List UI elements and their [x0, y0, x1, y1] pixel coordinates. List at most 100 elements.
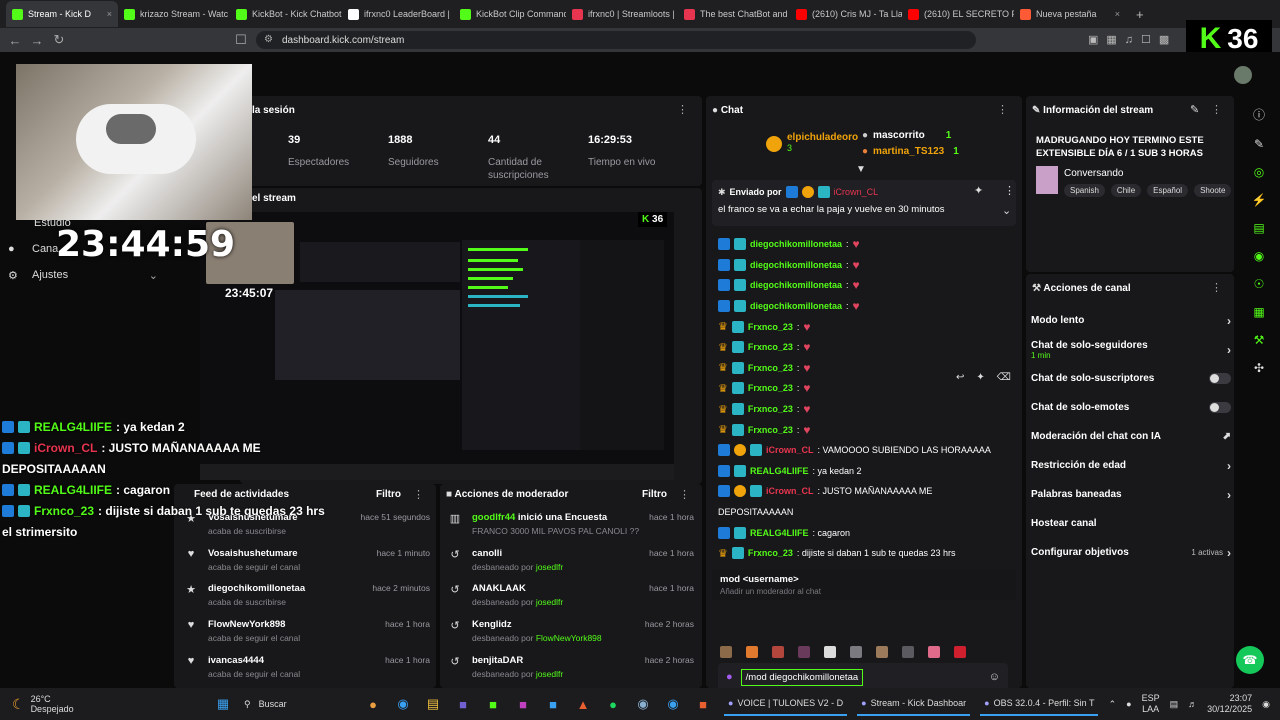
toggle-switch[interactable] [1209, 402, 1231, 413]
chat-message[interactable]: diegochikomillonetaa: ♥ [718, 234, 1014, 255]
layout-icon[interactable]: ▦ [1253, 305, 1264, 319]
browser-tab[interactable]: Nueva pestaña × [1014, 1, 1126, 27]
badge-select-icon[interactable]: ● [726, 671, 733, 683]
channel-action[interactable]: Hostear canal [1031, 509, 1231, 538]
chat-username[interactable]: diegochikomillonetaa [750, 239, 842, 249]
kebab-icon[interactable]: ⋮ [677, 103, 688, 116]
back-icon[interactable]: ← [4, 33, 26, 48]
mod-action-by[interactable]: josedlfr [536, 562, 563, 572]
user-avatar[interactable] [1234, 66, 1252, 84]
app-icon[interactable]: ◉ [392, 693, 414, 715]
chevron-right-icon[interactable]: › [1227, 546, 1231, 560]
channel-action[interactable]: Chat de solo-suscriptores [1031, 364, 1231, 393]
close-icon[interactable]: × [1115, 9, 1120, 19]
app-icon[interactable]: ■ [692, 693, 714, 715]
mod-actions-filter-button[interactable]: Filtro [642, 489, 667, 500]
broadcast-icon[interactable]: ☉ [1254, 277, 1265, 291]
taskbar-app[interactable]: ● VOICE | TULONES V2 - D [724, 692, 848, 716]
chat-username[interactable]: Frxnco_23 [748, 404, 793, 414]
toggle-switch[interactable] [1209, 373, 1231, 384]
chevron-right-icon[interactable]: › [1227, 314, 1231, 328]
app-icon[interactable]: ■ [482, 693, 504, 715]
chat-message[interactable]: iCrown_CL: JUSTO MAÑANAAAAA ME [718, 481, 1014, 502]
chat-message[interactable]: ♛ Frxnco_23: ♥ [718, 399, 1014, 420]
delete-icon[interactable]: ⌫ [997, 372, 1011, 383]
new-tab-icon[interactable]: + [1136, 7, 1144, 22]
edit-icon[interactable]: ✎ [1190, 103, 1199, 116]
chat-username[interactable]: iCrown_CL [766, 486, 814, 496]
stream-tag[interactable]: Shoote [1194, 184, 1232, 197]
chat-message[interactable]: ♛ Frxnco_23: ♥ [718, 316, 1014, 337]
feed-item[interactable]: ♥ ivancas4444 acaba de seguir el canal hace… [184, 655, 430, 691]
windows-start-icon[interactable]: ▦ [212, 693, 234, 715]
chat-username[interactable]: Frxnco_23 [748, 383, 793, 393]
chat-username[interactable]: REALG4LIIFE [750, 466, 809, 476]
chat-username[interactable]: Frxnco_23 [748, 548, 793, 558]
emote-icon[interactable] [798, 646, 810, 658]
chat-username[interactable]: Frxnco_23 [748, 425, 793, 435]
chat-message[interactable]: DEPOSITAAAAAN [718, 502, 1014, 523]
top-gifter-2[interactable]: ● mascorrito 1 [862, 130, 951, 141]
mod-action-by[interactable]: josedlfr [536, 597, 563, 607]
app-icon[interactable]: ■ [512, 693, 534, 715]
channel-action[interactable]: Restricción de edad › [1031, 451, 1231, 480]
chat-message[interactable]: REALG4LIIFE: ya kedan 2 [718, 461, 1014, 482]
emote-icon[interactable] [928, 646, 940, 658]
top-gifter-3[interactable]: ● martina_TS123 1 [862, 146, 959, 157]
stream-tag[interactable]: Español [1147, 184, 1189, 197]
chat-input[interactable]: /mod diegochikomillonetaa [740, 668, 864, 686]
channel-action[interactable]: Modo lento › [1031, 306, 1231, 335]
network-icon[interactable]: ▤ [1170, 699, 1179, 710]
browser-tab[interactable]: krizazo Stream - Watc× [118, 1, 230, 27]
collapse-icon[interactable]: ▼ [856, 164, 866, 175]
mod-action-item[interactable]: ↺ benjitaDAR desbaneado por josedlfr hace 2… [448, 655, 694, 691]
pinned-message[interactable]: ✱ Enviado por iCrown_CL ✦ ⋮ el franco se… [712, 180, 1016, 226]
steam-icon[interactable]: ◉ [632, 693, 654, 715]
channel-action[interactable]: Palabras baneadas › [1031, 480, 1231, 509]
chat-username[interactable]: REALG4LIIFE [750, 528, 809, 538]
kebab-icon[interactable]: ⋮ [1004, 184, 1015, 197]
browser-tab[interactable]: ifrxnc0 LeaderBoard |× [342, 1, 454, 27]
external-link-icon[interactable]: ⬈ [1223, 431, 1231, 442]
notification-icon[interactable]: ◉ [1262, 699, 1270, 710]
nav-item-ajustes[interactable]: ⚙ Ajustes ⌄ [8, 262, 168, 288]
app-icon[interactable]: ▲ [572, 693, 594, 715]
address-bar[interactable]: ⚙ dashboard.kick.com/stream [256, 31, 976, 49]
kebab-icon[interactable]: ⋮ [413, 488, 424, 501]
chat-username[interactable]: diegochikomillonetaa [750, 280, 842, 290]
kebab-icon[interactable]: ⋮ [679, 488, 690, 501]
chrome-icon[interactable]: ◉ [662, 693, 684, 715]
bookmark-icon[interactable]: ☐ [230, 32, 252, 48]
kebab-icon[interactable]: ⋮ [997, 103, 1008, 116]
browser-tab[interactable]: (2610) Cris MJ - Ta Lla× [790, 1, 902, 27]
chat-username[interactable]: Frxnco_23 [748, 322, 793, 332]
pin-action-icon[interactable]: ✦ [974, 184, 983, 197]
kebab-icon[interactable]: ⋮ [1211, 103, 1222, 116]
site-info-icon[interactable]: ⚙ [264, 34, 273, 45]
chat-message[interactable]: ♛ Frxnco_23: ♥ [718, 337, 1014, 358]
weather-widget[interactable]: ☾ 26°C Despejado [0, 694, 200, 714]
browser-tab[interactable]: Stream - Kick D × [6, 1, 118, 27]
taskbar-search[interactable]: ⚲ Buscar [238, 699, 358, 710]
emote-icon[interactable] [746, 646, 758, 658]
command-suggestion[interactable]: mod <username> Añadir un moderador al ch… [712, 570, 1016, 600]
support-button[interactable]: ☎ [1236, 646, 1264, 674]
chevron-down-icon[interactable]: ⌄ [1002, 204, 1011, 217]
chevron-right-icon[interactable]: › [1227, 459, 1231, 473]
top-gifter-1[interactable]: elpichuladeoro 3 [766, 132, 858, 153]
chevron-right-icon[interactable]: › [1227, 343, 1231, 357]
chat-username[interactable]: diegochikomillonetaa [750, 301, 842, 311]
reply-icon[interactable]: ↩ [956, 372, 964, 383]
channel-action[interactable]: Chat de solo-emotes [1031, 393, 1231, 422]
channel-action[interactable]: Moderación del chat con IA ⬈ [1031, 422, 1231, 451]
browser-tab[interactable]: ifrxnc0 | Streamloots |× [566, 1, 678, 27]
chat-message[interactable]: diegochikomillonetaa: ♥ [718, 296, 1014, 317]
emote-icon[interactable] [876, 646, 888, 658]
chat-username[interactable]: diegochikomillonetaa [750, 260, 842, 270]
mic-icon[interactable]: ● [1126, 699, 1131, 709]
mod-action-item[interactable]: ↺ Kenglidz desbaneado por FlowNewYork898 ha… [448, 619, 694, 655]
chat-username[interactable]: Frxnco_23 [748, 342, 793, 352]
spotify-icon[interactable]: ● [602, 693, 624, 715]
mod-action-item[interactable]: ↺ ANAKLAAK desbaneado por josedlfr hace 1 h… [448, 583, 694, 619]
browser-tab[interactable]: (2610) EL SECRETO FIN× [902, 1, 1014, 27]
